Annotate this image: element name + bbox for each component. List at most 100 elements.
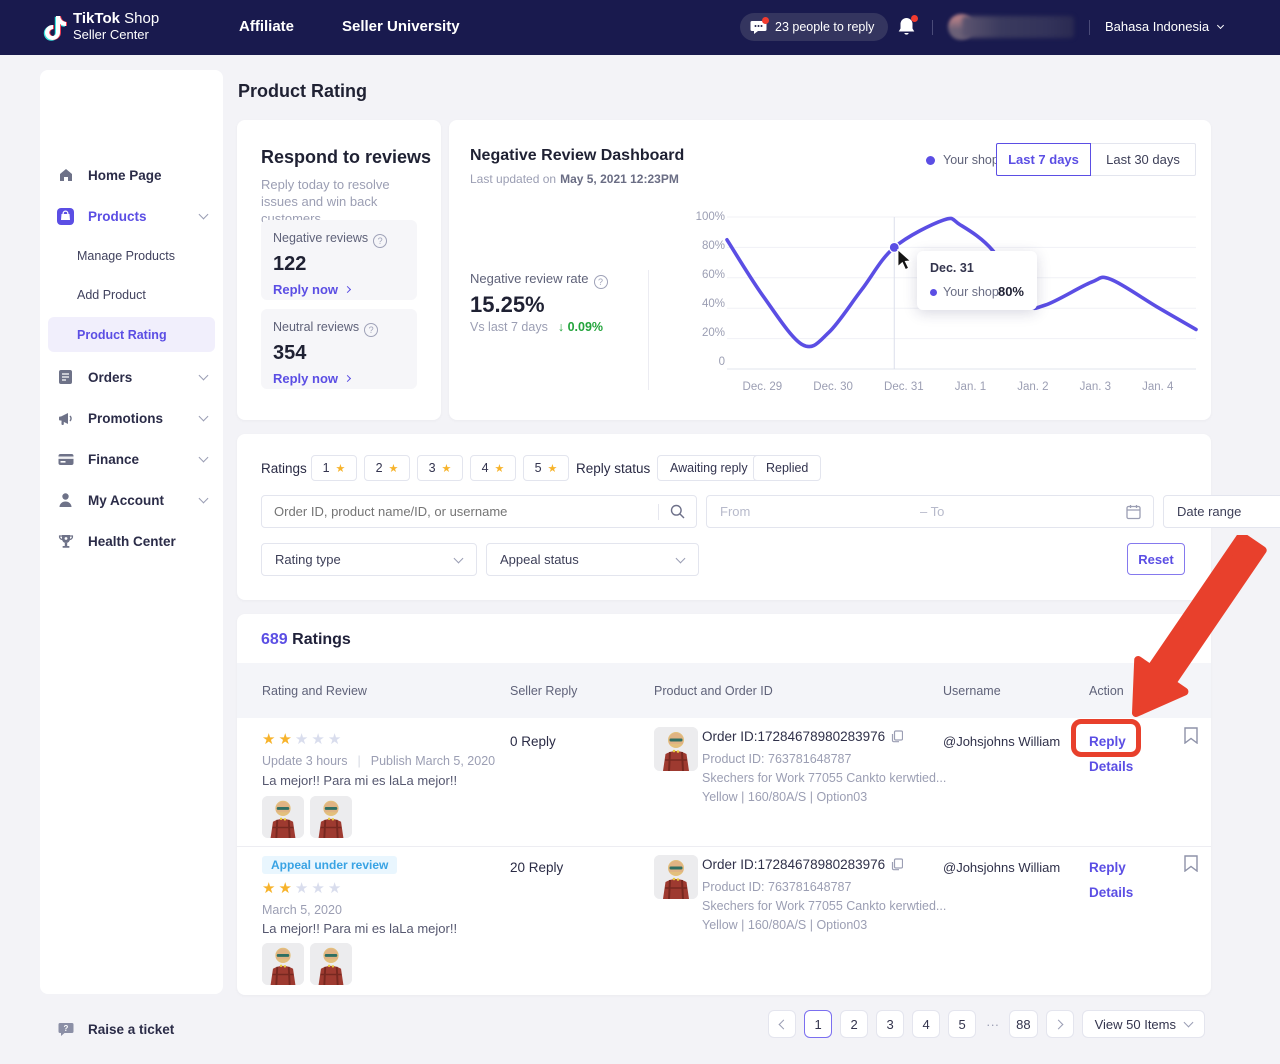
review-image[interactable] [262,943,304,985]
notification-bell-icon[interactable] [897,16,916,42]
view-items-select[interactable]: View 50 Items [1082,1010,1205,1038]
tooltip-row: Your shop [930,285,999,299]
star-icon: ★ [495,462,505,475]
language-selector[interactable]: Bahasa Indonesia [1105,19,1223,34]
sidebar-item-orders[interactable]: Orders [40,365,223,389]
reply-action-link[interactable]: Reply [1089,734,1126,749]
calendar-icon[interactable] [1114,504,1153,520]
filter-rating-2[interactable]: 2★ [364,455,410,481]
sidebar-item-products[interactable]: Products [40,204,223,228]
review-image[interactable] [310,943,352,985]
pagination-page-3[interactable]: 3 [876,1010,904,1038]
sidebar-item-health-center[interactable]: Health Center [40,529,223,553]
sidebar-item-home-page[interactable]: Home Page [40,163,223,187]
people-to-reply-pill[interactable]: 23 people to reply [740,13,888,41]
bookmark-icon[interactable] [1184,855,1198,872]
details-action-link[interactable]: Details [1089,885,1133,900]
ratings-table-card: 689 Ratings Rating and Review Seller Rep… [237,614,1211,995]
chart-legend: Your shop [926,153,999,167]
sidebar-item-promotions[interactable]: Promotions [40,406,223,430]
question-icon[interactable]: ? [594,275,608,289]
filter-rating-5[interactable]: 5★ [523,455,569,481]
legend-dot-icon [926,156,935,165]
nav-link-affiliate[interactable]: Affiliate [239,18,294,35]
stat-label-row: Neutral reviews? [273,320,405,337]
nav-link-seller-university[interactable]: Seller University [342,18,460,35]
legend-label: Your shop [943,153,999,167]
chevron-left-icon [779,1019,789,1029]
tab-last-30-days[interactable]: Last 30 days [1091,143,1196,176]
sidebar-item-manage-products[interactable]: Manage Products [40,245,223,267]
date-range-value: Date range [1164,504,1241,519]
chevron-down-icon [199,453,209,463]
pagination-page-4[interactable]: 4 [912,1010,940,1038]
negative-review-dashboard-card: Negative Review Dashboard Last updated o… [449,120,1211,420]
review-image[interactable] [262,796,304,838]
copy-icon[interactable] [891,858,903,871]
x-axis-labels: Dec. 29Dec. 30Dec. 31Jan. 1Jan. 2Jan. 3J… [727,381,1189,393]
filter-rating-3[interactable]: 3★ [417,455,463,481]
table-header-row: Rating and Review Seller Reply Product a… [237,663,1211,718]
date-from-to-box[interactable]: From – To [706,495,1154,528]
bookmark-icon[interactable] [1184,727,1198,744]
stat-label-row: Negative reviews? [273,231,405,248]
details-action-link[interactable]: Details [1089,759,1133,774]
star-icon: ★ [389,462,399,475]
review-images [262,796,352,838]
review-image[interactable] [310,796,352,838]
filter-awaiting-reply[interactable]: Awaiting reply [657,455,761,481]
question-icon[interactable]: ? [373,234,387,248]
product-id: Product ID: 763781648787 [702,880,851,894]
question-icon[interactable]: ? [364,323,378,337]
pagination-page-1[interactable]: 1 [804,1010,832,1038]
reply-now-link[interactable]: Reply now [273,282,405,297]
date-range-select[interactable]: Date range [1163,495,1280,528]
pagination-page-88[interactable]: 88 [1009,1010,1037,1038]
chevron-down-icon [676,553,686,563]
tab-last-7-days[interactable]: Last 7 days [996,143,1091,176]
chart-tooltip: Dec. 31 Your shop 80% [917,251,1037,310]
credit-card-icon [57,451,74,468]
pagination-page-2[interactable]: 2 [840,1010,868,1038]
col-action: Action [1089,684,1124,698]
ratings-filter-label: Ratings [261,461,307,476]
filter-rating-4[interactable]: 4★ [470,455,516,481]
arrow-down-icon: ↓ [558,320,564,334]
filter-rating-1[interactable]: 1★ [311,455,357,481]
pagination-next[interactable] [1046,1010,1074,1038]
pagination-page-5[interactable]: 5 [948,1010,976,1038]
filter-replied[interactable]: Replied [753,455,821,481]
top-navbar: TikTok Shop Seller Center Affiliate Sell… [0,0,1280,55]
trophy-icon [57,533,74,550]
sidebar-item-my-account[interactable]: My Account [40,488,223,512]
sidebar-item-product-rating[interactable]: Product Rating [40,324,223,346]
product-image[interactable] [654,727,698,771]
review-text: La mejor!! Para mi es laLa mejor!! [262,773,457,788]
appeal-status-select[interactable]: Appeal status [486,543,699,576]
user-account-blurred[interactable] [948,14,1074,40]
rating-type-select[interactable]: Rating type [261,543,477,576]
search-box [261,495,697,528]
pagination-prev[interactable] [768,1010,796,1038]
product-image[interactable] [654,855,698,899]
products-icon [57,208,74,225]
pagination-ellipsis: ··· [984,1017,1001,1032]
order-id-row: Order ID:17284678980283976 [702,857,903,872]
neutral-reviews-stat: Neutral reviews? 354 Reply now [261,309,417,389]
sidebar-item-add-product[interactable]: Add Product [40,284,223,306]
sidebar-item-finance[interactable]: Finance [40,447,223,471]
ratings-count-header: 689 Ratings [261,631,351,649]
chevron-down-icon [454,553,464,563]
sidebar-item-label: Promotions [88,411,163,426]
reply-now-link[interactable]: Reply now [273,371,405,386]
page-title: Product Rating [238,81,367,102]
negative-reviews-stat: Negative reviews? 122 Reply now [261,220,417,300]
reset-button[interactable]: Reset [1127,543,1185,575]
copy-icon[interactable] [891,730,903,743]
review-text: La mejor!! Para mi es laLa mejor!! [262,921,457,936]
search-input[interactable] [262,504,658,519]
reply-action-link[interactable]: Reply [1089,860,1126,875]
search-icon[interactable] [659,504,696,519]
review-meta: Update 3 hours | Publish March 5, 2020 [262,754,495,768]
person-icon [57,492,74,509]
